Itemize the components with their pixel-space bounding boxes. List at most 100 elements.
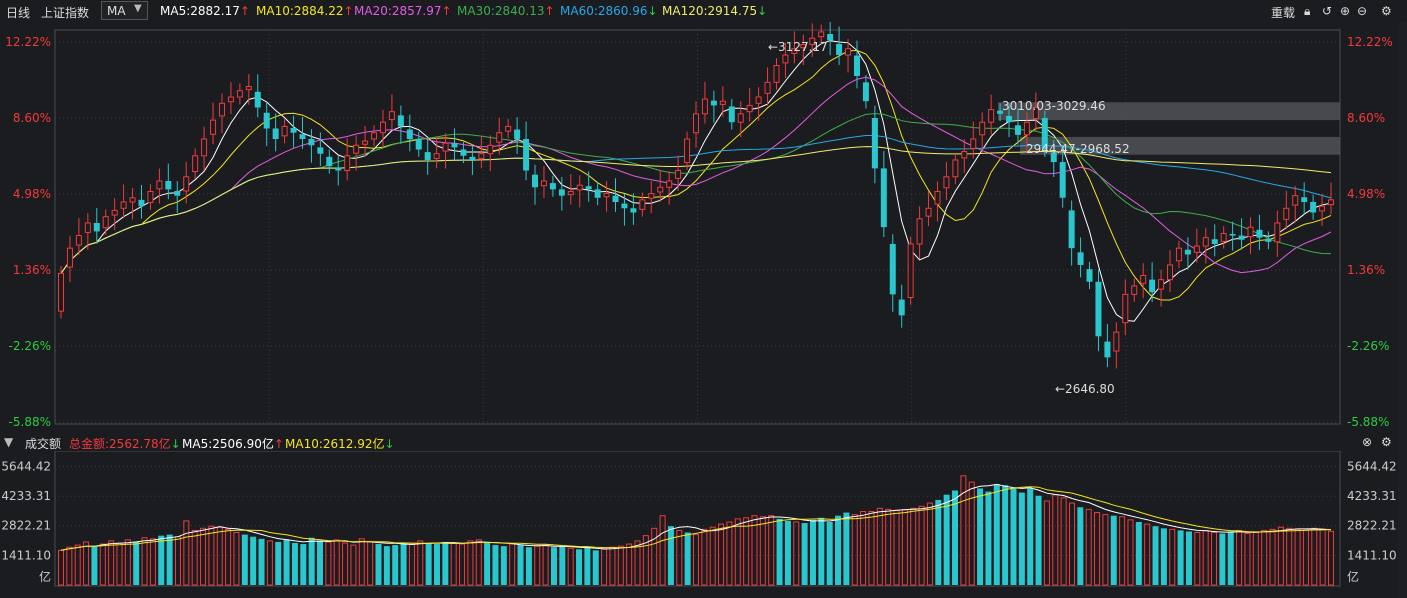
volume-bar-up <box>1269 528 1276 586</box>
volume-bar-up <box>66 546 73 586</box>
volume-bar-down <box>835 515 842 585</box>
volume-bar-down <box>1035 495 1042 585</box>
candle-up <box>120 201 127 209</box>
volume-bar-down <box>592 550 599 585</box>
volume-bar-up <box>74 544 81 586</box>
volume-bar-up <box>350 544 357 586</box>
high-annotation: ←3127.17 <box>768 40 828 54</box>
candle-down <box>1086 269 1093 282</box>
volume-bar-up <box>609 546 616 586</box>
volume-bar-up <box>1052 494 1059 586</box>
volume-tick-left: 5644.42 <box>1 459 51 473</box>
volume-ma10-arrow: ↓ <box>384 437 395 451</box>
volume-ma5: MA5:2506.90亿↑ <box>182 435 284 452</box>
volume-bar-up <box>734 518 741 586</box>
volume-bar-up <box>709 526 716 586</box>
ma-readout-arrow-1: ↑ <box>343 4 354 18</box>
volume-bar-up <box>333 539 340 586</box>
gear-icon[interactable]: ⚙ <box>1381 4 1392 18</box>
volume-gear-icon[interactable]: ⚙ <box>1381 435 1392 449</box>
volume-bar-up <box>358 538 365 586</box>
volume-bar-up <box>718 523 725 586</box>
volume-bar-up <box>1252 532 1259 586</box>
volume-bar-down <box>1185 531 1192 585</box>
volume-bar-up <box>751 515 758 586</box>
close-icon[interactable]: ⊗ <box>1362 435 1372 449</box>
volume-bar-down <box>801 523 808 585</box>
candle-up <box>58 272 64 312</box>
candle-down <box>317 147 324 154</box>
ma-readout-0: MA5:2882.17↑ <box>160 4 250 18</box>
candle-up <box>648 193 655 199</box>
candle-up <box>782 54 789 64</box>
volume-bar-up <box>99 543 106 586</box>
ma-readout-2: MA20:2857.97↑ <box>354 4 452 18</box>
volume-bar-down <box>993 484 1000 585</box>
y-tick-right: 8.60% <box>1347 111 1385 125</box>
tab-daily[interactable]: 日线 <box>6 4 30 21</box>
volume-bar-up <box>1294 528 1301 586</box>
volume-bar-down <box>433 544 440 585</box>
volume-bar-up <box>1302 529 1309 586</box>
volume-bar-up <box>918 505 925 586</box>
candle-up <box>1274 222 1281 243</box>
volume-bar-down <box>1219 533 1226 585</box>
candle-up <box>818 31 825 38</box>
volume-bar-up <box>759 516 766 586</box>
zoom-in-icon[interactable]: ⊕ <box>1340 4 1350 18</box>
candle-up <box>192 155 199 173</box>
candle-down <box>523 138 530 171</box>
ma60-line <box>60 135 1332 274</box>
volume-bar-down <box>300 544 307 585</box>
volume-bar-up <box>233 532 240 586</box>
volume-ma5-label: MA5:2506.90亿 <box>182 437 274 451</box>
candle-up <box>433 153 440 159</box>
y-tick-right: 1.36% <box>1347 263 1385 277</box>
candle-down <box>612 195 619 202</box>
volume-bar-up <box>885 508 892 586</box>
volume-bar-up <box>83 541 90 586</box>
candle-up <box>934 190 941 205</box>
collapse-icon[interactable]: ▼ <box>4 435 13 449</box>
candle-down <box>532 174 539 188</box>
volume-bar-down <box>91 546 98 585</box>
volume-bar-down <box>1160 528 1167 585</box>
reload-button[interactable]: 重载 <box>1271 4 1295 21</box>
volume-bar-up <box>116 542 123 586</box>
y-tick-right: 12.22% <box>1347 35 1393 49</box>
candle-down <box>1238 235 1245 240</box>
volume-bar-up <box>601 548 608 586</box>
volume-tick-right: 4233.31 <box>1347 489 1397 503</box>
candle-up <box>478 153 485 159</box>
volume-bar-up <box>1194 532 1201 586</box>
volume-bar-up <box>467 540 474 586</box>
chevron-down-icon: ▼ <box>134 3 142 14</box>
volume-chart[interactable]: 5644.42 4233.31 2822.21 1411.10 亿 5644.42 423… <box>0 451 1398 598</box>
volume-bar-up <box>191 529 198 586</box>
candle-down <box>889 243 896 295</box>
volume-bar-down <box>667 526 674 585</box>
volume-bar-up <box>266 540 273 586</box>
volume-tick-left: 4233.31 <box>1 489 51 503</box>
y-tick-right: -2.26% <box>1347 339 1389 353</box>
lock-icon[interactable]: 🔒︎ <box>1304 4 1310 19</box>
candle-down <box>290 127 297 133</box>
volume-bar-up <box>910 507 917 586</box>
candle-up <box>907 243 914 299</box>
candle-up <box>66 247 73 268</box>
candle-down <box>1149 279 1156 293</box>
y-tick-right: 4.98% <box>1347 187 1385 201</box>
volume-bar-up <box>459 543 466 586</box>
volume-bar-down <box>484 543 491 585</box>
undo-icon[interactable]: ↺ <box>1322 4 1332 18</box>
candle-up <box>227 96 234 103</box>
candle-up <box>970 138 977 149</box>
volume-bar-up <box>851 514 858 586</box>
zoom-out-icon[interactable]: ⊖ <box>1357 4 1367 18</box>
volume-bar-down <box>784 520 791 585</box>
indicator-select[interactable]: MA ▼ <box>101 1 148 20</box>
volume-bar-down <box>1018 492 1025 585</box>
price-chart[interactable]: 12.22% 8.60% 4.98% 1.36% -2.26% -5.88% 12.22%… <box>0 22 1398 432</box>
volume-ma5-arrow: ↑ <box>273 437 284 451</box>
candle-down <box>138 199 145 207</box>
